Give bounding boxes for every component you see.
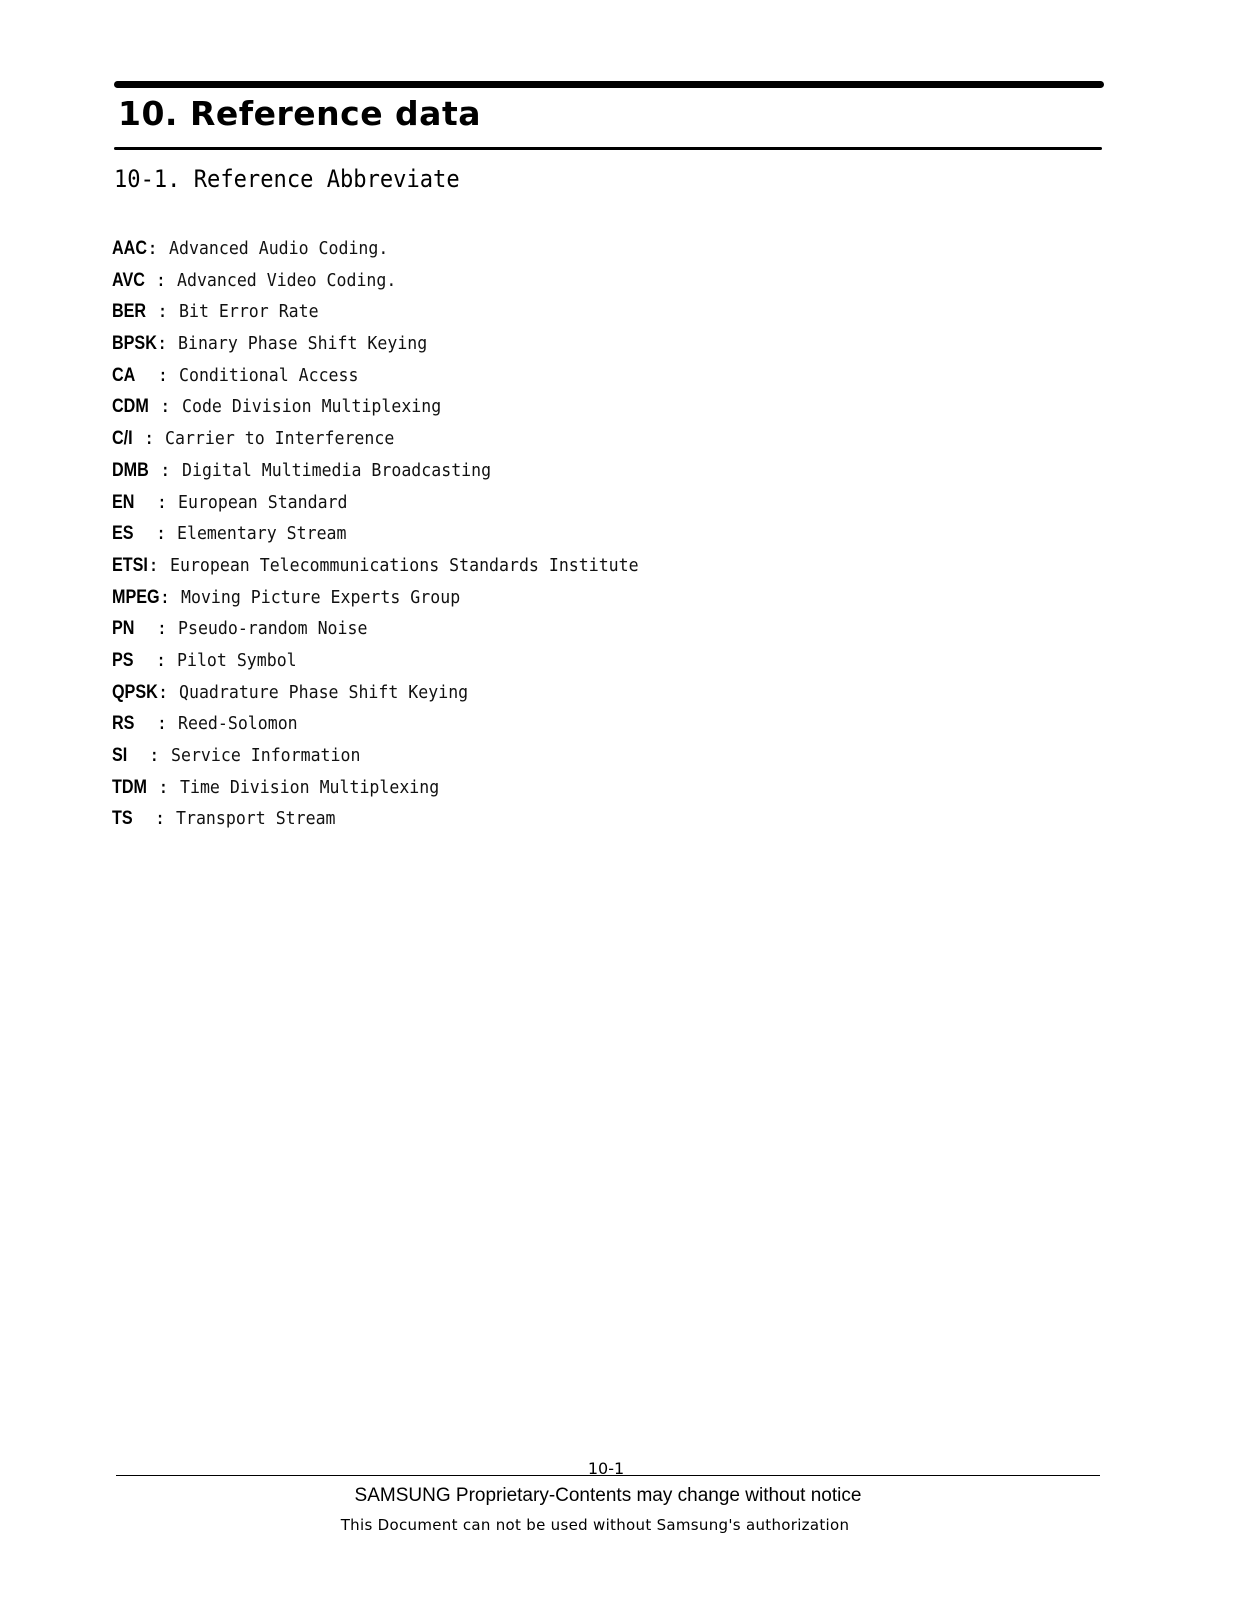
abbreviation-definition: European Telecommunications Standards In… bbox=[169, 554, 639, 576]
abbreviation-term: DMB bbox=[112, 459, 149, 481]
abbreviation-term: CA bbox=[112, 364, 136, 386]
abbreviation-item: TS : Transport Stream bbox=[112, 805, 679, 837]
abbreviation-separator: : bbox=[147, 776, 180, 798]
abbreviation-term: AAC bbox=[112, 238, 147, 259]
abbreviation-item: QPSK: Quadrature Phase Shift Keying bbox=[112, 679, 679, 711]
abbreviation-separator: : bbox=[159, 586, 182, 608]
abbreviation-definition: Digital Multimedia Broadcasting bbox=[181, 459, 491, 481]
abbreviation-definition: Time Division Multiplexing bbox=[179, 776, 439, 798]
abbreviation-term: BER bbox=[112, 301, 147, 323]
abbreviation-definition: Conditional Access bbox=[179, 364, 359, 386]
abbreviation-term: AVC bbox=[112, 269, 145, 291]
footer-rule bbox=[116, 1475, 1100, 1476]
abbreviation-definition: Quadrature Phase Shift Keying bbox=[179, 681, 469, 703]
abbreviation-separator: : bbox=[134, 713, 179, 735]
abbreviation-item: PN : Pseudo-random Noise bbox=[112, 615, 679, 647]
abbreviation-definition: Pseudo-random Noise bbox=[178, 618, 368, 640]
abbreviation-definition: Reed-Solomon bbox=[178, 713, 298, 735]
abbreviation-separator: : bbox=[132, 808, 177, 830]
abbreviation-definition: Transport Stream bbox=[176, 808, 336, 830]
abbreviation-separator: : bbox=[132, 428, 166, 450]
abbreviation-item: CA : Conditional Access bbox=[112, 362, 679, 394]
abbreviation-definition: Bit Error Rate bbox=[178, 301, 319, 323]
abbreviation-separator: : bbox=[157, 681, 180, 703]
abbreviation-term: TS bbox=[112, 808, 133, 830]
abbreviation-definition: Elementary Stream bbox=[177, 523, 347, 545]
abbreviation-term: MPEG bbox=[112, 586, 160, 608]
abbreviation-item: ETSI: European Telecommunications Standa… bbox=[112, 552, 679, 584]
abbreviation-item: DMB : Digital Multimedia Broadcasting bbox=[112, 457, 679, 489]
abbreviation-term: PN bbox=[112, 618, 135, 640]
abbreviation-separator: : bbox=[134, 618, 179, 640]
abbreviation-separator: : bbox=[144, 269, 178, 291]
abbreviation-separator: : bbox=[127, 745, 171, 766]
abbreviation-list: AAC: Advanced Audio Coding. AVC : Advance… bbox=[112, 235, 679, 837]
abbreviation-item: EN : European Standard bbox=[112, 489, 679, 521]
abbreviation-definition: Carrier to Interference bbox=[165, 428, 395, 450]
abbreviation-item: BPSK: Binary Phase Shift Keying bbox=[112, 330, 679, 362]
footer-notice: SAMSUNG Proprietary-Contents may change … bbox=[354, 1485, 862, 1506]
abbreviation-separator: : bbox=[149, 459, 182, 481]
abbreviation-term: CDM bbox=[112, 396, 149, 418]
abbreviation-separator: : bbox=[135, 364, 180, 386]
page-title: 10. Reference data bbox=[118, 94, 481, 133]
abbreviation-definition: Binary Phase Shift Keying bbox=[178, 333, 428, 355]
abbreviation-term: TDM bbox=[112, 776, 147, 798]
abbreviation-term: RS bbox=[112, 713, 135, 735]
abbreviation-separator: : bbox=[134, 491, 179, 513]
abbreviation-item: AVC : Advanced Video Coding. bbox=[112, 267, 679, 299]
abbreviation-definition: Code Division Multiplexing bbox=[181, 396, 441, 418]
abbreviation-definition: Advanced Audio Coding. bbox=[168, 238, 389, 259]
abbreviation-item: BER : Bit Error Rate bbox=[112, 298, 679, 330]
abbreviation-item: SI : Service Information bbox=[112, 742, 679, 774]
abbreviation-separator: : bbox=[156, 333, 179, 355]
abbreviation-separator: : bbox=[147, 238, 169, 259]
abbreviation-term: BPSK bbox=[112, 333, 157, 355]
header-rule-thick bbox=[114, 81, 1104, 88]
abbreviation-term: QPSK bbox=[112, 681, 158, 703]
abbreviation-separator: : bbox=[148, 554, 170, 576]
abbreviation-separator: : bbox=[146, 301, 179, 323]
abbreviation-term: ES bbox=[112, 523, 134, 545]
abbreviation-definition: European Standard bbox=[178, 491, 348, 513]
abbreviation-separator: : bbox=[133, 523, 178, 545]
abbreviation-item: TDM : Time Division Multiplexing bbox=[112, 774, 679, 806]
abbreviation-item: ES : Elementary Stream bbox=[112, 520, 679, 552]
section-title: 10-1. Reference Abbreviate bbox=[114, 165, 460, 193]
abbreviation-term: C/I bbox=[112, 428, 133, 450]
abbreviation-item: PS : Pilot Symbol bbox=[112, 647, 679, 679]
abbreviation-term: EN bbox=[112, 491, 135, 513]
abbreviation-definition: Pilot Symbol bbox=[177, 649, 297, 671]
abbreviation-item: RS : Reed-Solomon bbox=[112, 710, 679, 742]
abbreviation-item: MPEG: Moving Picture Experts Group bbox=[112, 584, 679, 616]
abbreviation-separator: : bbox=[133, 649, 178, 671]
abbreviation-separator: : bbox=[149, 396, 182, 418]
abbreviation-definition: Advanced Video Coding. bbox=[177, 269, 397, 291]
abbreviation-term: PS bbox=[112, 649, 134, 671]
abbreviation-term: ETSI bbox=[112, 554, 148, 576]
abbreviation-item: CDM : Code Division Multiplexing bbox=[112, 393, 679, 425]
header-rule bbox=[114, 147, 1102, 150]
abbreviation-definition: Moving Picture Experts Group bbox=[181, 586, 461, 608]
abbreviation-item: C/I : Carrier to Interference bbox=[112, 425, 679, 457]
abbreviation-definition: Service Information bbox=[170, 745, 361, 766]
abbreviation-term: SI bbox=[112, 745, 128, 766]
footer-authorization: This Document can not be used without Sa… bbox=[340, 1516, 850, 1534]
abbreviation-item: AAC: Advanced Audio Coding. bbox=[112, 235, 679, 267]
